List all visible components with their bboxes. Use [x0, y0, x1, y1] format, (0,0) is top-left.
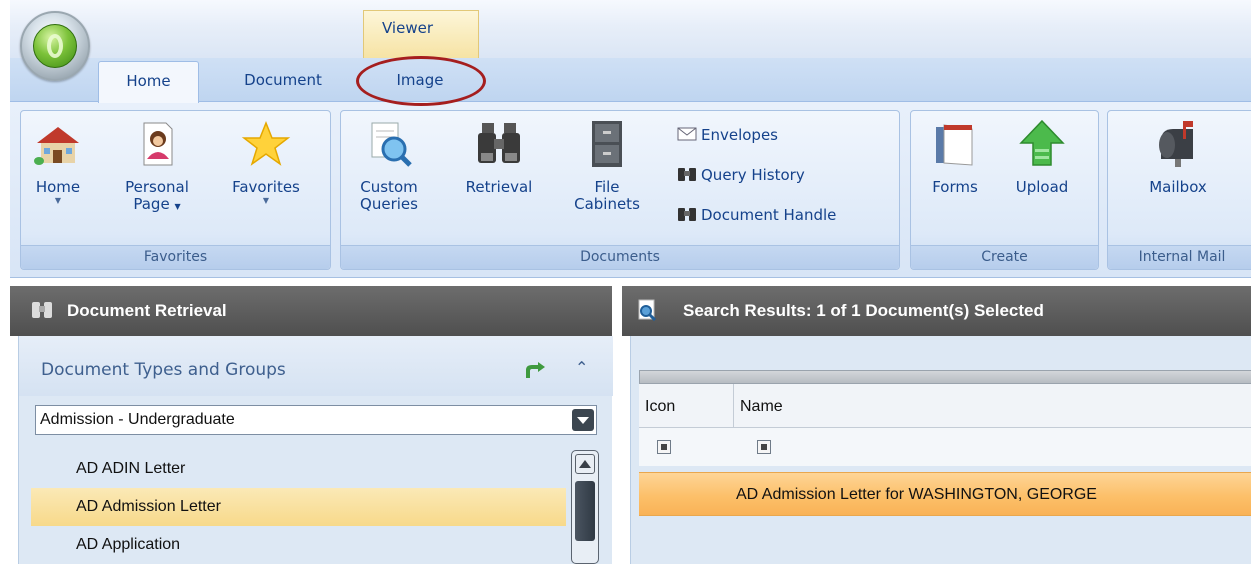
file-cabinets-label-line2: Cabinets: [574, 195, 640, 213]
filter-name-column-checkbox[interactable]: [757, 440, 771, 454]
document-name-cell: AD Admission Letter for WASHINGTON, GEOR…: [736, 486, 1097, 503]
window-left-edge: [0, 0, 10, 564]
home-button-label: Home: [35, 178, 81, 196]
forms-button[interactable]: Forms: [925, 119, 985, 196]
file-cabinet-icon: [582, 119, 632, 169]
personal-page-label-line2: Page: [133, 195, 170, 213]
forms-button-label: Forms: [932, 178, 978, 196]
personal-page-label-line1: Personal: [125, 178, 189, 196]
scrollbar-thumb[interactable]: [575, 481, 595, 541]
document-type-label: AD Admission Letter: [76, 498, 221, 515]
chevron-down-icon: ▼: [54, 196, 62, 205]
tab-image-label: Image: [396, 71, 444, 89]
document-handle-label: Document Handle: [701, 206, 837, 224]
custom-queries-label-line2: Queries: [360, 195, 418, 213]
file-cabinets-label-line1: File: [594, 178, 620, 196]
upload-button[interactable]: Upload: [1007, 119, 1077, 196]
favorites-group: Home ▼ Personal Page ▼ Favorites ▼ Favor…: [20, 110, 331, 270]
column-header-label: Name: [740, 398, 783, 415]
binoculars-small-icon: [677, 165, 697, 183]
create-group-label: Create: [911, 245, 1098, 269]
forms-book-icon: [930, 119, 980, 169]
viewer-context-tab-header: Viewer: [363, 10, 479, 58]
chevron-down-icon: ▼: [262, 196, 270, 205]
mailbox-button[interactable]: Mailbox: [1138, 119, 1218, 196]
tab-document-label: Document: [244, 71, 322, 89]
viewer-context-label: Viewer: [382, 19, 433, 37]
file-cabinets-button[interactable]: File Cabinets: [567, 119, 647, 213]
house-icon: [33, 119, 83, 169]
document-group-select-value: Admission - Undergraduate: [40, 411, 235, 428]
scroll-up-arrow-icon[interactable]: [575, 454, 595, 474]
custom-queries-label-line1: Custom: [360, 178, 418, 196]
document-types-title: Document Types and Groups: [41, 360, 286, 380]
chevron-down-icon[interactable]: [572, 409, 594, 431]
internal-mail-group: Mailbox Internal Mail: [1107, 110, 1251, 270]
mailbox-button-label: Mailbox: [1149, 178, 1207, 196]
document-type-label: AD ADIN Letter: [76, 460, 186, 477]
results-grid-filter-row: [639, 428, 1251, 466]
application-menu-button[interactable]: [20, 11, 90, 81]
search-results-panel: Icon Name AD Admission Letter for WASHIN…: [630, 336, 1251, 564]
query-history-button[interactable]: Query History: [677, 165, 805, 184]
tab-document[interactable]: Document: [218, 61, 348, 102]
star-icon: [241, 119, 291, 169]
binoculars-small-icon: [677, 205, 697, 223]
favorites-group-label: Favorites: [21, 245, 330, 269]
tab-home-label: Home: [126, 72, 171, 90]
envelope-icon: [677, 125, 697, 143]
envelopes-label: Envelopes: [701, 126, 778, 144]
filter-icon-column-checkbox[interactable]: [657, 440, 671, 454]
list-item[interactable]: AD ADIN Letter: [31, 450, 566, 488]
document-retrieval-panel: Document Types and Groups ⌃ Admission - …: [18, 336, 613, 564]
document-types-scrollbar[interactable]: [571, 450, 599, 564]
magnifier-document-icon: [364, 119, 414, 169]
search-results-title: Search Results: 1 of 1 Document(s) Selec…: [683, 301, 1044, 320]
search-results-icon: [636, 299, 658, 322]
document-type-label: AD Application: [76, 536, 181, 553]
document-group-select[interactable]: Admission - Undergraduate: [35, 405, 597, 435]
table-row[interactable]: AD Admission Letter for WASHINGTON, GEOR…: [639, 472, 1251, 516]
collapse-up-icon[interactable]: ⌃: [575, 358, 588, 377]
create-group: Forms Upload Create: [910, 110, 1099, 270]
tab-image[interactable]: Image: [370, 61, 470, 102]
title-bar: [0, 0, 1251, 58]
favorites-button-label: Favorites: [232, 178, 300, 196]
favorites-button[interactable]: Favorites ▼: [221, 119, 311, 206]
list-item[interactable]: AD Application: [31, 526, 566, 564]
person-page-icon: [132, 119, 182, 169]
document-types-section-header: Document Types and Groups ⌃: [19, 336, 613, 396]
document-retrieval-title: Document Retrieval: [67, 301, 227, 320]
home-button[interactable]: Home ▼: [33, 119, 83, 206]
documents-group-label: Documents: [341, 245, 899, 269]
column-header-label: Icon: [645, 398, 676, 415]
refresh-icon[interactable]: [524, 362, 546, 380]
retrieval-button[interactable]: Retrieval: [459, 119, 539, 196]
mailbox-icon: [1153, 119, 1203, 169]
tab-home[interactable]: Home: [98, 61, 199, 103]
custom-queries-button[interactable]: Custom Queries: [359, 119, 419, 213]
ribbon-panel: Home ▼ Personal Page ▼ Favorites ▼ Favor…: [0, 102, 1251, 278]
internal-mail-group-label: Internal Mail: [1108, 245, 1251, 269]
document-retrieval-header: Document Retrieval: [10, 286, 612, 336]
query-history-label: Query History: [701, 166, 805, 184]
chevron-down-icon: ▼: [174, 202, 181, 211]
column-header-name[interactable]: Name: [734, 384, 1251, 428]
retrieval-button-label: Retrieval: [465, 178, 533, 196]
list-item-selected[interactable]: AD Admission Letter: [31, 488, 566, 526]
app-logo-icon: [33, 24, 77, 68]
envelopes-button[interactable]: Envelopes: [677, 125, 778, 144]
binoculars-icon: [474, 119, 524, 169]
results-grid-header: Icon Name: [639, 384, 1251, 428]
upload-arrow-icon: [1017, 119, 1067, 169]
search-results-header: Search Results: 1 of 1 Document(s) Selec…: [622, 286, 1251, 336]
personal-page-button[interactable]: Personal Page ▼: [117, 119, 197, 215]
grid-group-bar: [639, 370, 1251, 384]
column-header-icon[interactable]: Icon: [639, 384, 734, 428]
binoculars-icon: [30, 298, 54, 322]
documents-group: Custom Queries Retrieval File Cabinets E…: [340, 110, 900, 270]
document-handle-button[interactable]: Document Handle: [677, 205, 836, 224]
upload-button-label: Upload: [1015, 178, 1069, 196]
